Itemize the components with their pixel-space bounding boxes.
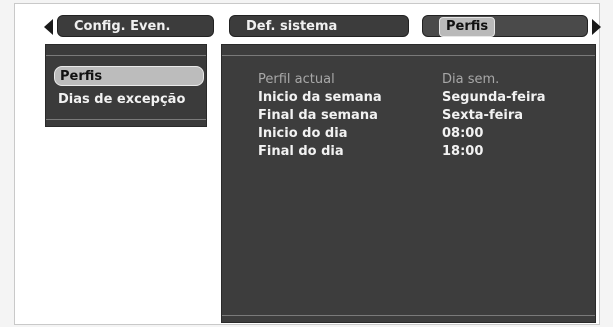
row-inicio-semana[interactable]: Inicio da semana Segunda-feira [258,89,588,107]
tab-label: Def. sistema [246,19,338,34]
divider [222,315,595,316]
sidebar-item-perfis[interactable]: Perfis [54,66,204,86]
tab-label: Config. Even. [74,19,171,34]
row-final-semana[interactable]: Final da semana Sexta-feira [258,107,588,125]
row-value: 18:00 [442,144,484,159]
row-value: Dia sem. [442,72,500,87]
row-key: Inicio do dia [258,126,348,141]
details-panel: Perfil actual Dia sem. Inicio da semana … [221,44,596,323]
tab-config-eventos[interactable]: Config. Even. [57,15,214,37]
row-value: 08:00 [442,126,484,141]
row-value: Sexta-feira [442,108,524,123]
divider [222,55,595,56]
row-key: Inicio da semana [258,90,382,105]
sidebar-menu: Perfis Dias de excepção [45,44,207,127]
row-value: Segunda-feira [442,90,546,105]
tab-label: Perfis [439,17,496,37]
sidebar-item-dias-excepcao[interactable]: Dias de excepção [58,90,185,110]
sidebar-item-label: Perfis [60,69,103,84]
tab-def-sistema[interactable]: Def. sistema [229,15,409,37]
chevron-right-icon[interactable] [592,19,601,35]
sidebar-item-label: Dias de excepção [58,92,186,107]
row-final-dia[interactable]: Final do dia 18:00 [258,143,588,161]
tab-bar: Config. Even. Def. sistema Perfis [44,15,604,37]
chevron-left-icon[interactable] [44,19,53,35]
tab-perfis[interactable]: Perfis [422,15,588,37]
row-key: Perfil actual [258,72,335,87]
row-key: Final do dia [258,144,344,159]
row-inicio-dia[interactable]: Inicio do dia 08:00 [258,125,588,143]
row-perfil-actual: Perfil actual Dia sem. [258,71,588,89]
divider [46,55,206,56]
row-key: Final da semana [258,108,378,123]
divider [46,119,206,120]
